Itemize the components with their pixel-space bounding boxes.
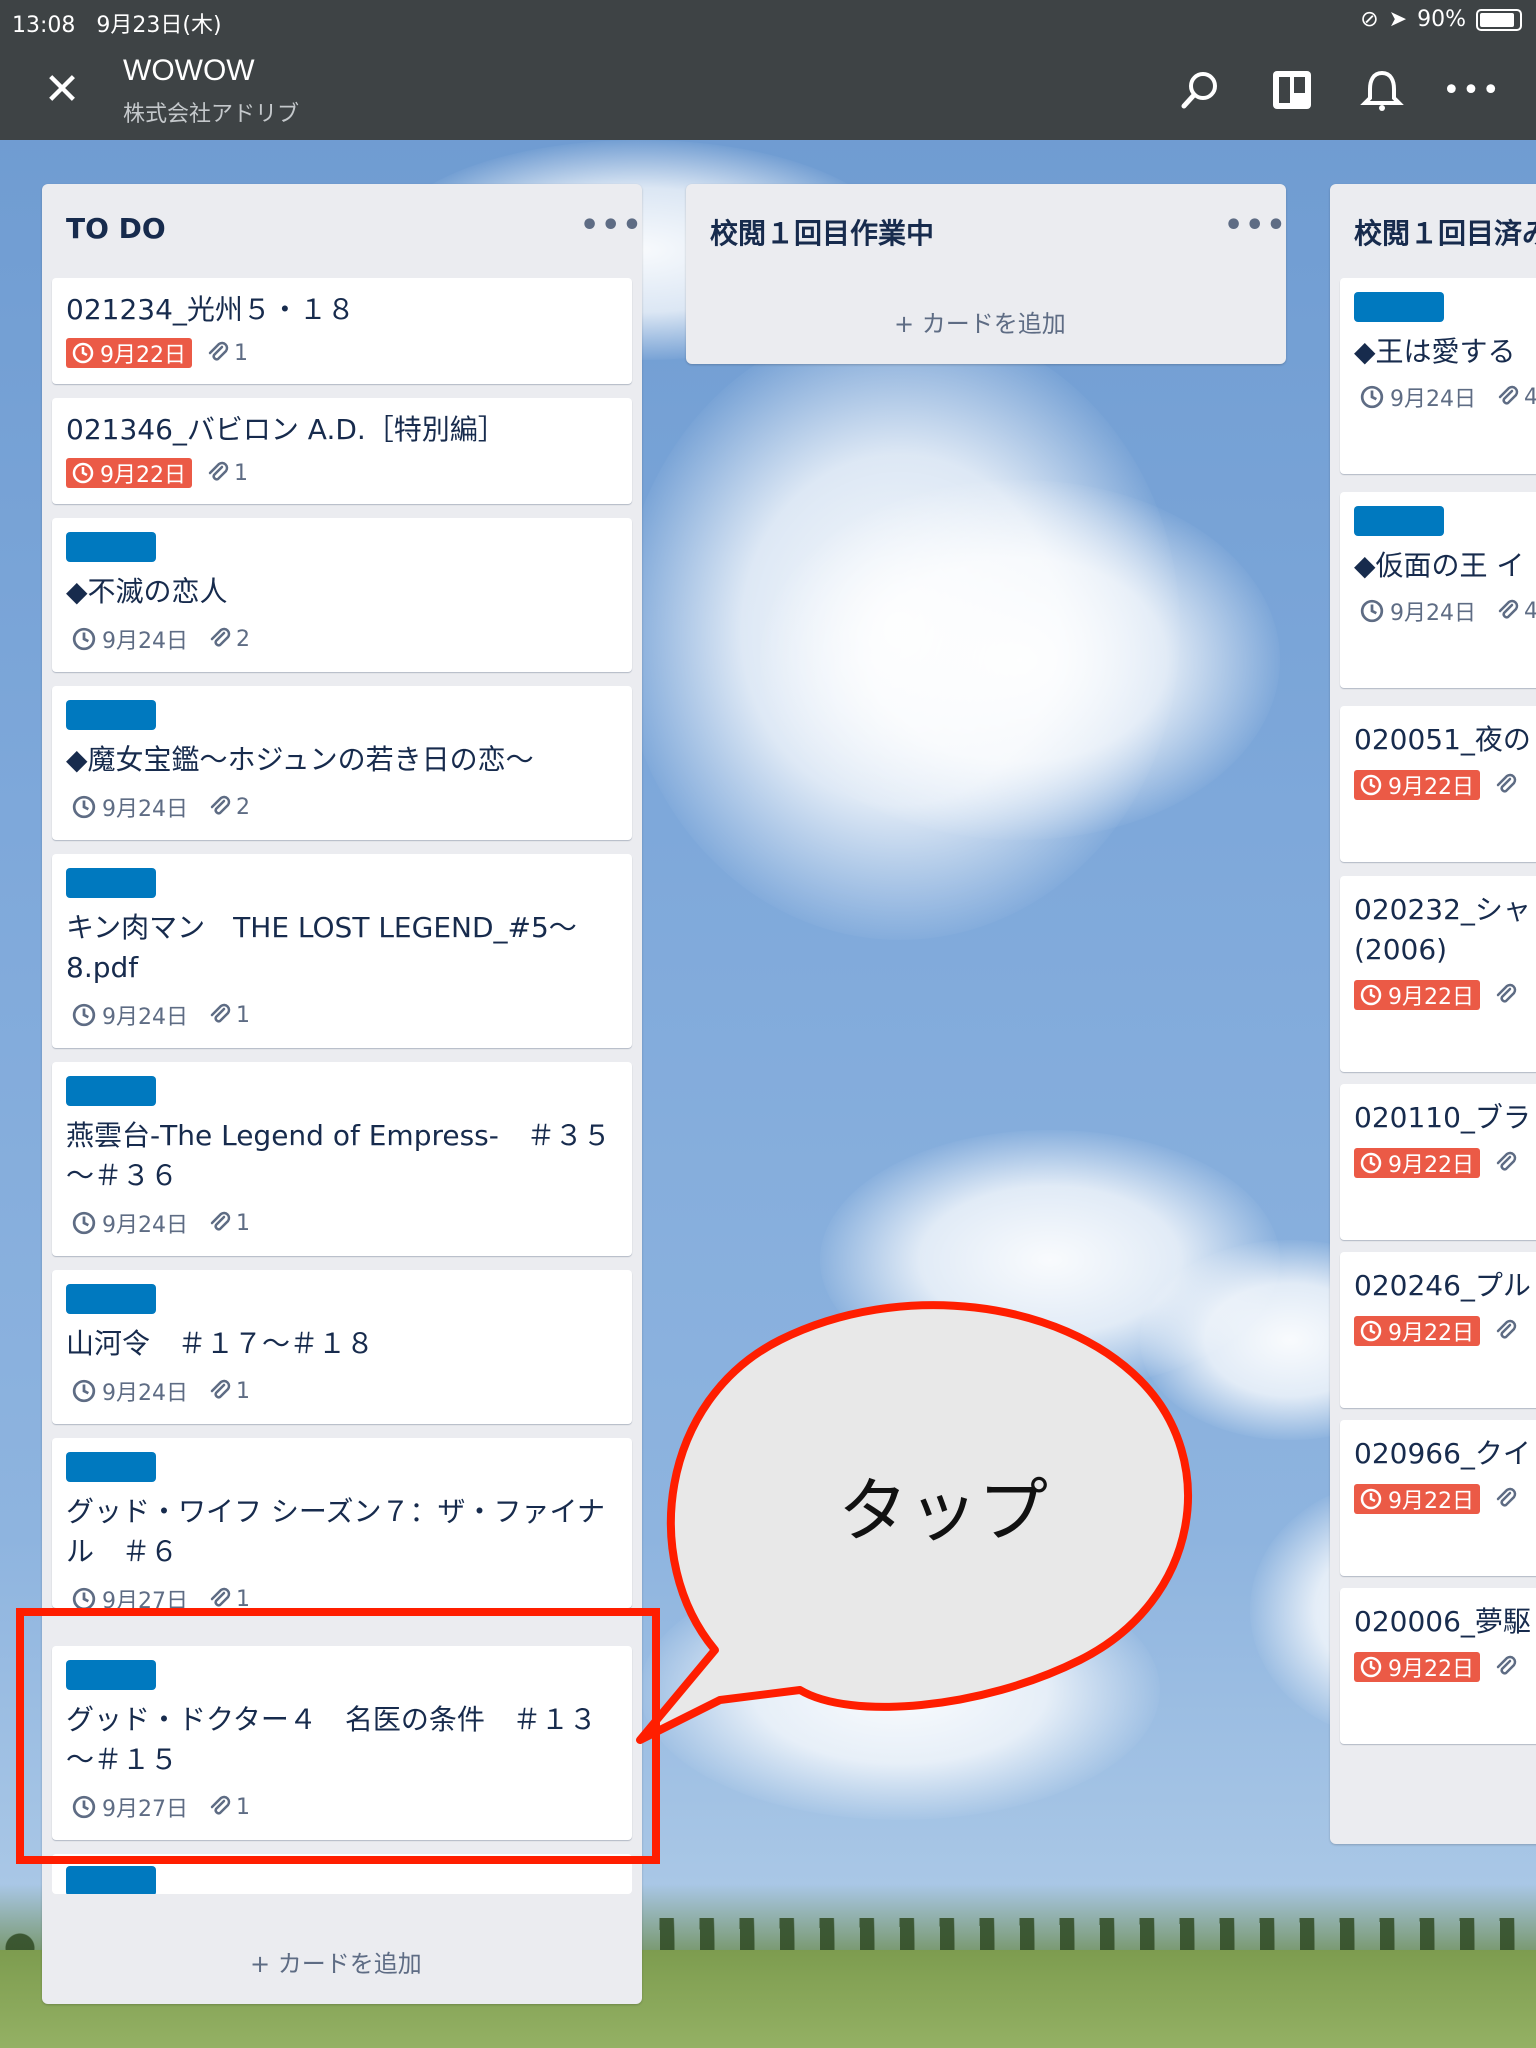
highlight-frame	[16, 1608, 660, 1864]
annotation-text: タップ	[838, 1470, 1048, 1552]
